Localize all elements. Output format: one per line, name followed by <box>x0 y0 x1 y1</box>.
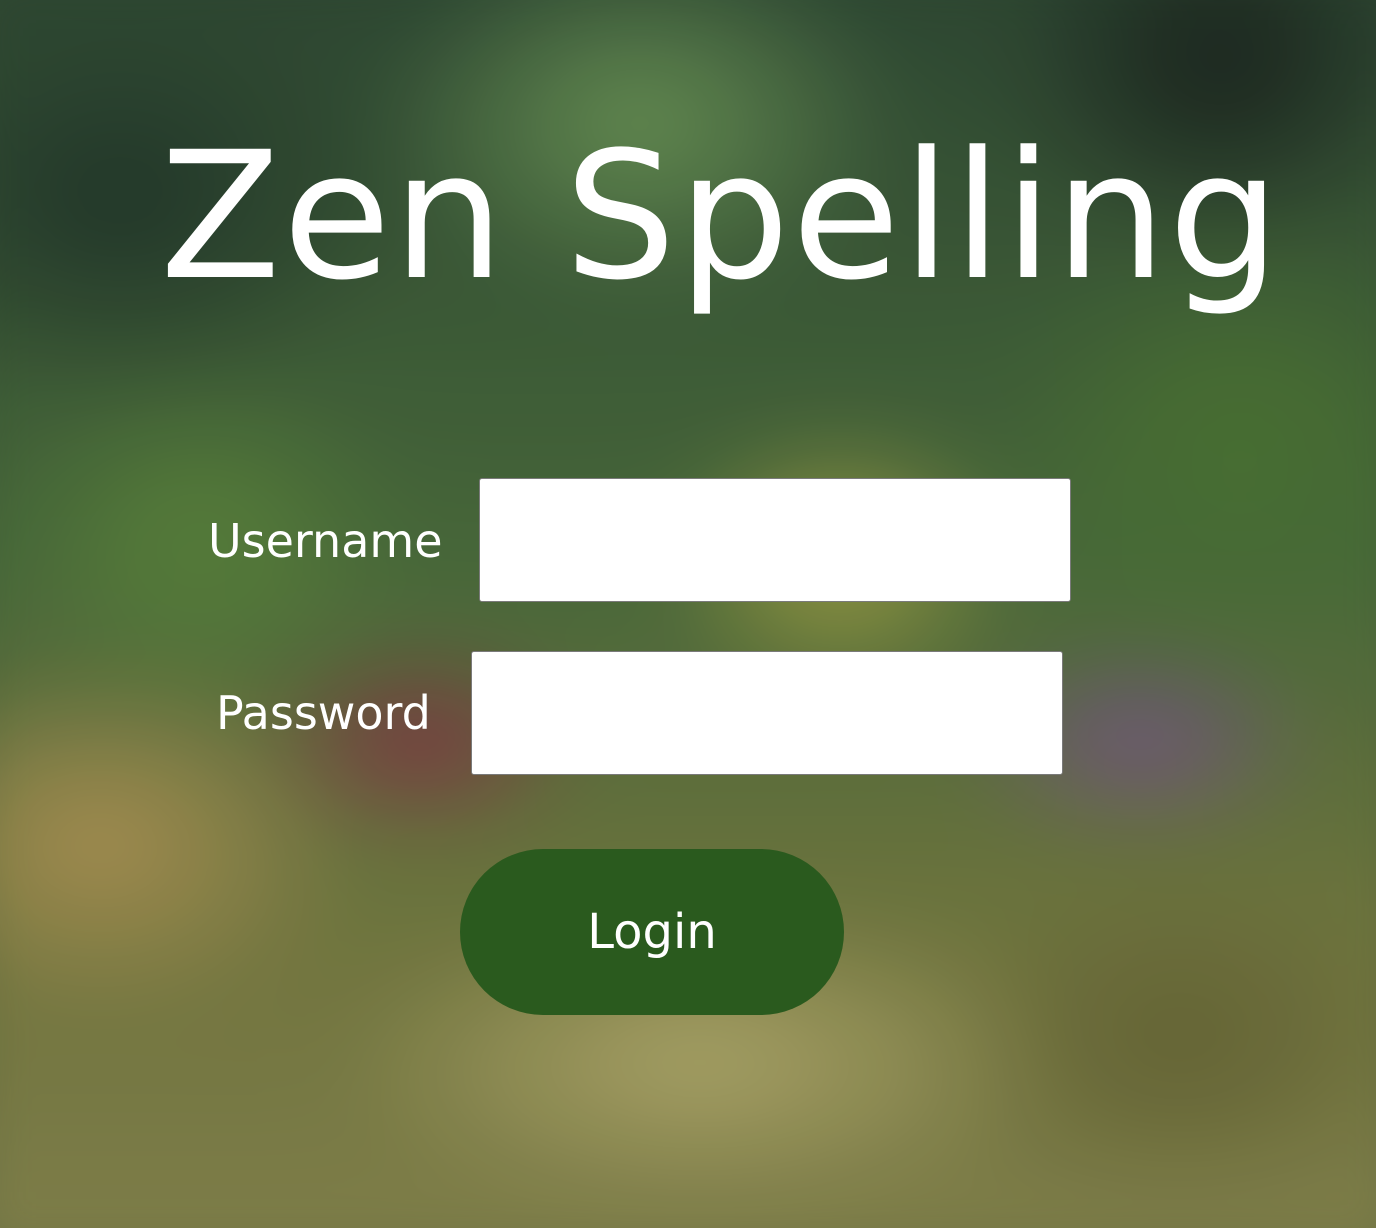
page-title: Zen Spelling <box>160 114 1283 319</box>
username-label: Username <box>208 514 443 568</box>
login-button[interactable]: Login <box>460 849 844 1015</box>
password-label: Password <box>216 686 431 740</box>
username-input[interactable] <box>479 478 1071 602</box>
password-input[interactable] <box>471 651 1063 775</box>
